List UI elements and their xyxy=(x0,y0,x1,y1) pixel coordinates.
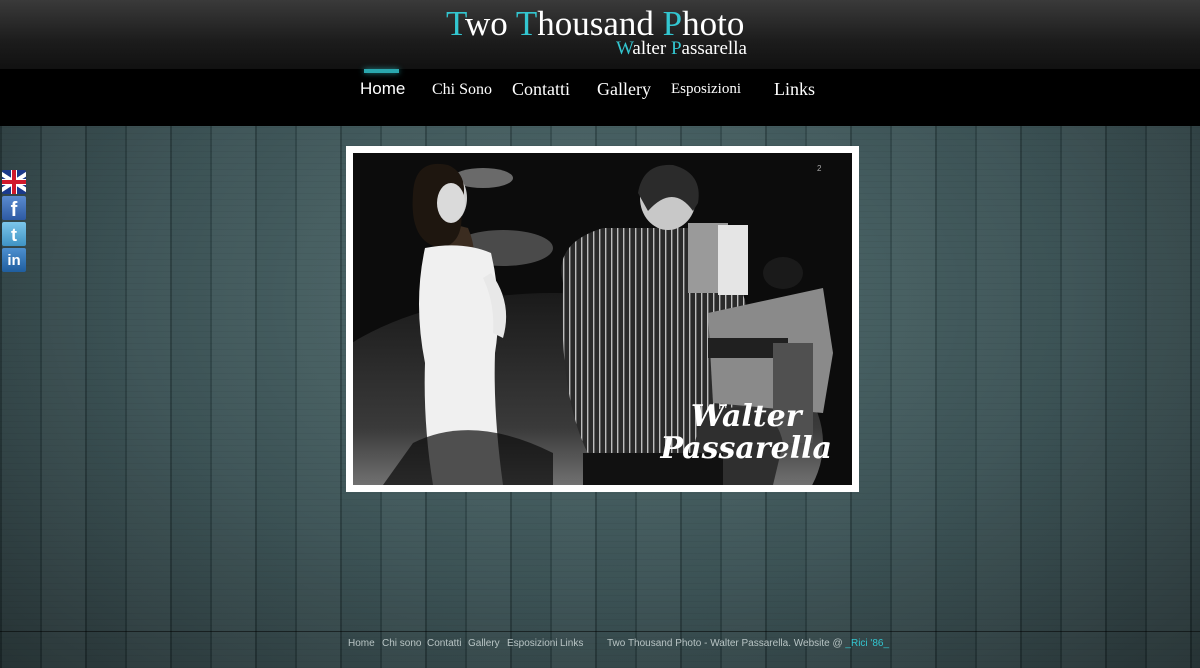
nav-esposizioni[interactable]: Esposizioni xyxy=(671,81,741,98)
subtitle-word: alter xyxy=(632,38,671,59)
footer-link-esposizioni[interactable]: Esposizioni xyxy=(507,638,558,649)
photo-number: 2 xyxy=(817,164,822,173)
footer-link-home[interactable]: Home xyxy=(348,638,375,649)
nav-chi-sono[interactable]: Chi Sono xyxy=(432,81,492,99)
footer-link-chi-sono[interactable]: Chi sono xyxy=(382,638,421,649)
photo-signature: Walter Passarella xyxy=(660,401,832,465)
site-header: Two Thousand Photo Walter Passarella xyxy=(0,0,1200,70)
nav-home[interactable]: Home xyxy=(360,69,405,99)
subtitle-initial: W xyxy=(616,38,633,59)
footer-link-contatti[interactable]: Contatti xyxy=(427,638,461,649)
main-nav: Home Chi Sono Contatti Gallery Esposizio… xyxy=(0,69,1200,126)
title-initial: T xyxy=(515,4,538,43)
footer-credit-text: Two Thousand Photo - Walter Passarella. … xyxy=(607,638,843,649)
twitter-icon[interactable]: t xyxy=(2,222,26,246)
signature-last-name: Passarella xyxy=(660,431,832,466)
facebook-icon[interactable]: f xyxy=(2,196,26,221)
nav-contatti[interactable]: Contatti xyxy=(512,79,570,100)
photo-frame: 2 Walter Passarella xyxy=(346,146,859,492)
subtitle-initial: P xyxy=(670,38,682,59)
nav-gallery[interactable]: Gallery xyxy=(597,79,651,100)
footer-divider xyxy=(0,631,1200,632)
site-subtitle: Walter Passarella xyxy=(616,38,747,60)
footer-credit: Two Thousand Photo - Walter Passarella. … xyxy=(607,638,889,649)
signature-first-name: Walter xyxy=(690,399,802,434)
featured-photo[interactable]: 2 Walter Passarella xyxy=(353,153,852,485)
footer-link-gallery[interactable]: Gallery xyxy=(468,638,500,649)
site-footer: Home Chi sono Contatti Gallery Esposizio… xyxy=(0,638,1200,652)
title-word: wo xyxy=(464,4,516,43)
footer-credit-author-link[interactable]: _Rici '86_ xyxy=(845,638,889,649)
nav-links[interactable]: Links xyxy=(774,79,815,100)
footer-link-links[interactable]: Links xyxy=(560,638,583,649)
linkedin-icon[interactable]: in xyxy=(2,248,26,272)
subtitle-word: assarella xyxy=(681,38,747,59)
uk-flag-icon[interactable] xyxy=(2,170,26,194)
title-initial: T xyxy=(446,4,465,43)
